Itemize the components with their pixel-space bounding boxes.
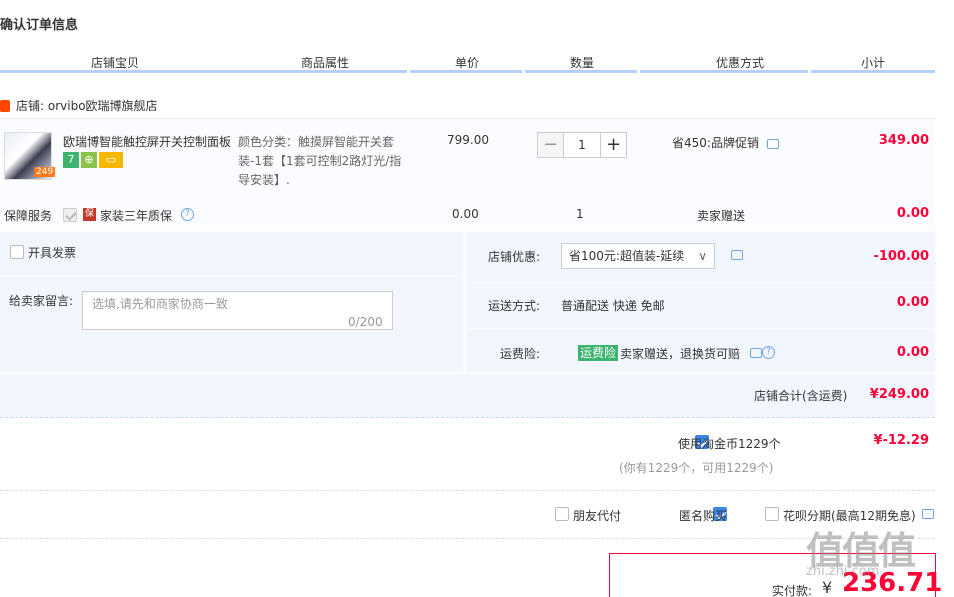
discount-info-icon[interactable]	[731, 250, 743, 260]
item-subtotal: 349.00	[878, 133, 929, 148]
col-header-subtotal: 小计	[860, 56, 885, 70]
installment-info-icon[interactable]	[922, 509, 934, 519]
watermark-url: zhi.zhi.com	[806, 564, 880, 579]
service-checkbox[interactable]	[63, 208, 77, 222]
header-underline	[410, 70, 522, 73]
payment-label: 实付款:	[772, 584, 813, 597]
item-promo: 省450:品牌促销	[672, 136, 759, 150]
currency-symbol: ¥	[822, 578, 833, 597]
card-icon: ▭	[99, 152, 123, 168]
friend-pay-label: 朋友代付	[573, 509, 622, 523]
col-header-attributes: 商品属性	[300, 56, 349, 70]
store-name-text: orvibo欧瑞博旗舰店	[47, 99, 158, 113]
service-price: 0.00	[452, 207, 479, 221]
help-icon[interactable]: ?	[181, 208, 194, 221]
header-underline	[640, 70, 808, 73]
coins-amount: ¥-12.29	[873, 433, 929, 448]
service-name: 家装三年质保	[100, 209, 173, 223]
service-qty: 1	[576, 207, 584, 221]
coins-label: 使用淘金币1229个	[678, 437, 781, 451]
store-name[interactable]: 店铺: orvibo欧瑞博旗舰店	[16, 97, 158, 114]
thumbnail-price-tag: 249	[34, 167, 56, 177]
service-promo: 卖家赠送	[697, 209, 746, 223]
seven-day-return-icon: 7	[63, 152, 79, 168]
increment-button[interactable]: +	[600, 132, 627, 158]
shipping-amount: 0.00	[896, 295, 929, 310]
shop-discount-select[interactable]: 省100元:超值装-延续 ∨	[561, 243, 715, 269]
anonymous-label: 匿名购买	[679, 509, 728, 523]
store-label: 店铺	[16, 99, 41, 113]
decrement-button[interactable]: −	[537, 132, 564, 158]
warranty-icon: 保	[83, 208, 96, 221]
header-underline	[525, 70, 637, 73]
promo-info-icon[interactable]	[767, 139, 779, 149]
header-underline	[0, 70, 407, 73]
insurance-tag: 运费险	[578, 345, 619, 361]
divider	[0, 490, 935, 491]
guarantee-icon: ⊕	[81, 152, 97, 168]
insurance-chat-icon[interactable]	[750, 348, 762, 358]
coins-note: (你有1229个，可用1229个)	[619, 461, 774, 475]
chevron-down-icon: ∨	[698, 249, 707, 263]
shop-discount-selected: 省100元:超值装-延续	[569, 249, 685, 263]
insurance-desc: 卖家赠送，退换货可赔	[620, 347, 741, 361]
store-total-amount: ¥249.00	[869, 387, 929, 402]
shop-discount-amount: -100.00	[873, 249, 929, 264]
service-label: 保障服务	[4, 209, 53, 223]
message-label: 给卖家留言:	[9, 294, 74, 308]
store-total-label: 店铺合计(含运费)	[754, 389, 848, 403]
insurance-label: 运费险:	[499, 347, 540, 361]
shop-discount-label: 店铺优惠:	[487, 250, 540, 264]
message-char-count: 0/200	[348, 315, 383, 329]
page-title: 确认订单信息	[0, 18, 79, 33]
shipping-method: 普通配送 快递 免邮	[561, 299, 665, 313]
header-underline	[811, 70, 935, 73]
col-header-quantity: 数量	[569, 56, 594, 70]
insurance-amount: 0.00	[896, 345, 929, 360]
invoice-checkbox[interactable]	[10, 245, 24, 259]
service-subtotal: 0.00	[896, 206, 929, 221]
installment-checkbox[interactable]	[765, 507, 779, 521]
invoice-label: 开具发票	[28, 246, 77, 260]
message-placeholder: 选填,请先和商家协商一致	[92, 297, 228, 311]
product-name-link[interactable]: 欧瑞博智能触控屏开关控制面板	[63, 133, 233, 150]
quantity-stepper: − 1 +	[537, 132, 627, 158]
product-attributes: 颜色分类：触摸屏智能开关套装-1套【1套可控制2路灯光/指导安装】.	[238, 135, 402, 187]
unit-price: 799.00	[447, 133, 489, 147]
divider	[0, 538, 935, 539]
col-header-shop-item: 店铺宝贝	[90, 56, 139, 70]
shipping-label: 运送方式:	[487, 299, 540, 313]
quantity-input[interactable]: 1	[564, 132, 600, 158]
friend-pay-checkbox[interactable]	[555, 507, 569, 521]
col-header-unit-price: 单价	[454, 56, 479, 70]
shop-icon	[0, 100, 10, 112]
col-header-discount: 优惠方式	[715, 56, 764, 70]
insurance-help-icon[interactable]: ?	[762, 346, 775, 359]
